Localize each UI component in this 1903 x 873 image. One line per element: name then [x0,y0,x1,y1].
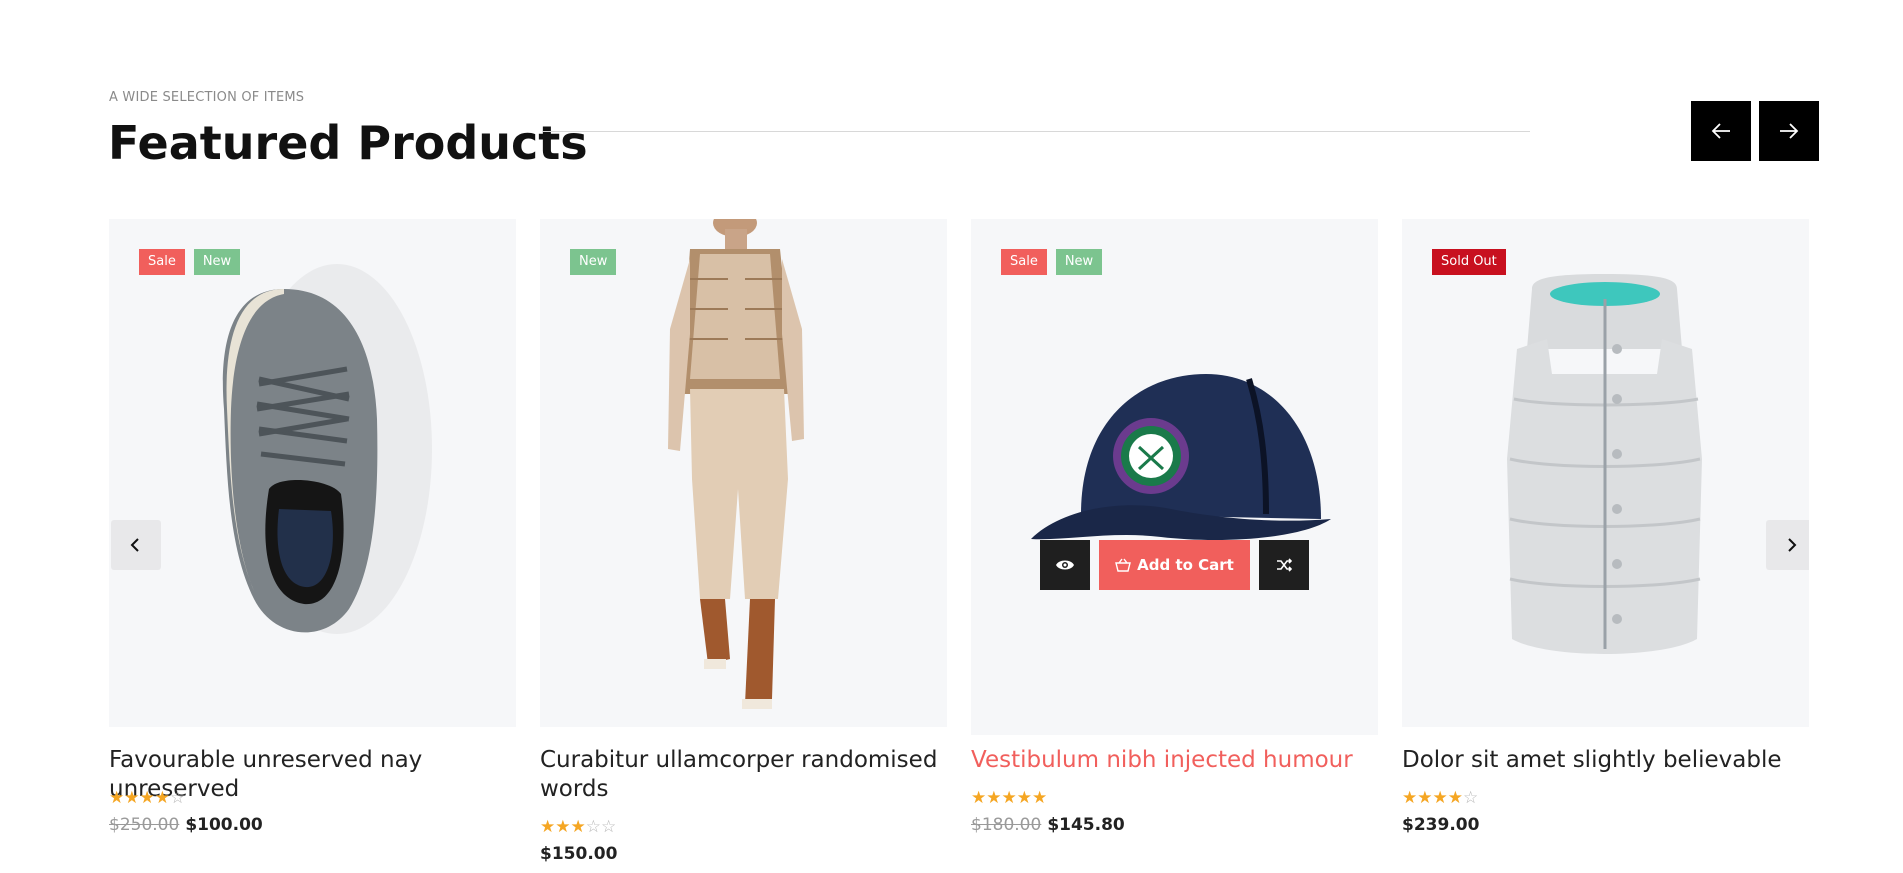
product-title[interactable]: Curabitur ullamcorper randomised words [540,746,947,804]
chevron-left-icon [130,538,139,552]
current-price: $239.00 [1402,815,1480,835]
sold-out-badge: Sold Out [1432,249,1506,275]
basket-icon [1115,558,1132,572]
filled-stars: ★★★★ [1402,788,1463,808]
price: $239.00 [1402,815,1479,835]
product-card[interactable]: New Curabitur ullamcorper randomised wor… [540,219,947,864]
rating-stars: ★★★★★ [971,788,1047,808]
chevron-right-icon [1788,538,1797,552]
old-price: $180.00 [971,815,1042,835]
compare-button[interactable] [1259,540,1309,590]
filled-stars: ★★★★★ [971,788,1048,808]
new-badge: New [1055,249,1103,275]
arrow-left-icon [1711,123,1730,139]
quick-view-button[interactable] [1040,540,1090,590]
price: $150.00 [540,844,617,864]
product-title[interactable]: Vestibulum nibh injected humour [971,746,1378,775]
price: $250.00 $100.00 [109,815,263,835]
add-to-cart-button[interactable]: Add to Cart [1099,540,1250,590]
product-title[interactable]: Dolor sit amet slightly believable [1402,746,1809,775]
product-image[interactable]: New [540,219,947,727]
add-to-cart-label: Add to Cart [1137,556,1234,574]
current-price: $100.00 [185,815,263,835]
current-price: $145.80 [1047,815,1125,835]
filled-stars: ★★★ [540,817,586,837]
carousel-prev-button[interactable] [1691,101,1751,161]
rating-stars: ★★★★☆ [1402,788,1478,808]
eye-icon [1056,560,1074,570]
section-title: Featured Products [108,116,588,170]
shoe-image [222,264,432,634]
new-badge: New [193,249,241,275]
empty-stars: ☆☆ [585,817,617,837]
shuffle-icon [1277,558,1292,572]
section-eyebrow: A WIDE SELECTION OF ITEMS [109,90,305,105]
model-outfit-image [668,219,804,709]
puffer-vest-image [1507,274,1702,654]
product-card[interactable]: Sold Out Dolor sit amet slightly believa… [1402,219,1809,835]
filled-stars: ★★★★ [109,788,170,808]
empty-stars: ☆ [1462,788,1479,808]
product-image[interactable]: Sold Out [1402,219,1809,727]
product-image[interactable]: Sale New [109,219,516,727]
carousel-next-button[interactable] [1759,101,1819,161]
product-card[interactable]: Sale New Add to Cart Vestibulum nibh inj… [971,219,1378,835]
image-next-button[interactable] [1766,520,1809,570]
sale-badge: Sale [139,249,185,275]
image-prev-button[interactable] [111,520,161,570]
price: $180.00 $145.80 [971,815,1125,835]
current-price: $150.00 [540,844,618,864]
product-actions: Add to Cart [1040,540,1309,590]
product-card[interactable]: Sale New Favourable unreserved nay unres… [109,219,516,835]
featured-products-section: A WIDE SELECTION OF ITEMS Featured Produ… [0,0,1903,873]
sale-badge: Sale [1001,249,1047,275]
product-image[interactable]: Sale New Add to Cart [971,219,1378,735]
rating-stars: ★★★★☆ [109,788,185,808]
rating-stars: ★★★☆☆ [540,817,616,837]
empty-stars: ☆ [169,788,186,808]
old-price: $250.00 [109,815,180,835]
cap-image [1031,374,1331,540]
new-badge: New [570,249,617,275]
arrow-right-icon [1780,123,1799,139]
title-divider [543,131,1530,132]
